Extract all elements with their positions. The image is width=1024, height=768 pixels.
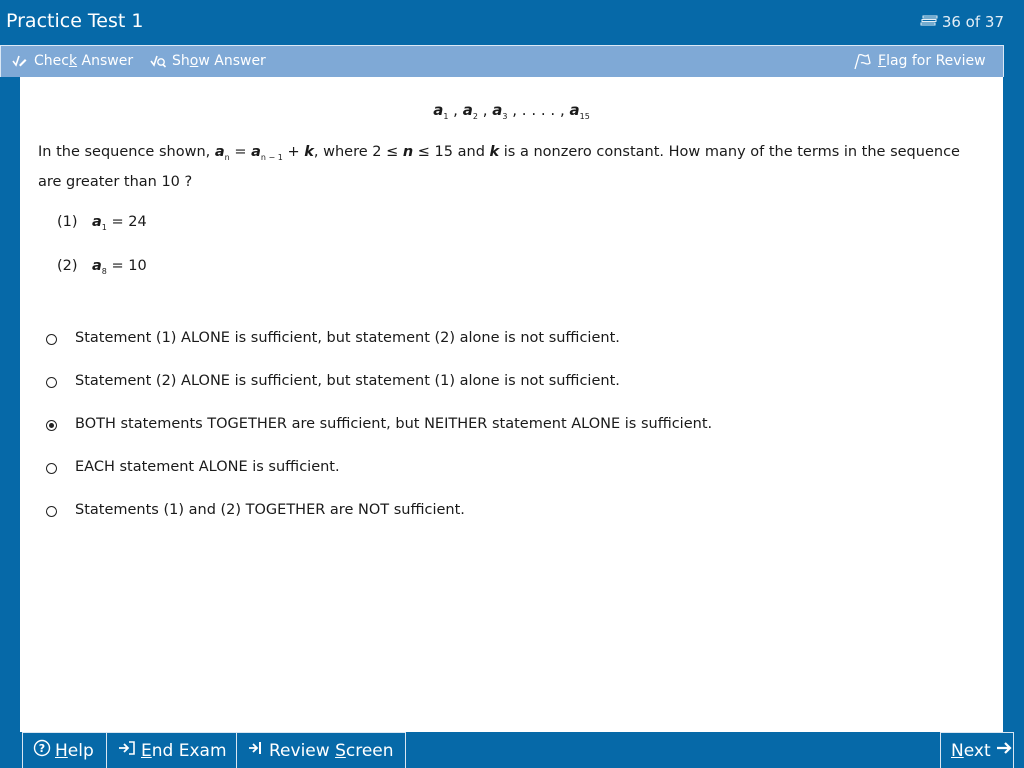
exit-icon — [117, 739, 137, 762]
radio-button[interactable] — [46, 419, 57, 431]
radio-button[interactable] — [46, 376, 57, 388]
show-answer-button[interactable]: Show Answer — [149, 52, 266, 70]
end-exam-button[interactable]: End Exam — [106, 732, 236, 768]
answer-choice-5[interactable]: Statements (1) and (2) TOGETHER are NOT … — [46, 502, 465, 518]
answer-choice-label: EACH statement ALONE is sufficient. — [75, 459, 340, 475]
stack-icon — [920, 13, 938, 31]
question-stem: In the sequence shown, an = an − 1 + k, … — [38, 144, 960, 190]
answer-choice-label: Statement (2) ALONE is sufficient, but s… — [75, 373, 620, 389]
answer-choice-label: BOTH statements TOGETHER are sufficient,… — [75, 416, 713, 432]
flag-icon — [853, 52, 873, 70]
next-button[interactable]: Next — [940, 732, 1014, 768]
footer-bar: ? Help End Exam Review Screen Next — [0, 732, 1024, 768]
sequence-display: a1 , a2 , a3 , . . . . , a15 — [433, 101, 590, 121]
counter-text: 36 of 37 — [941, 13, 1004, 31]
window-title: Practice Test 1 — [6, 10, 144, 32]
radio-button[interactable] — [46, 462, 57, 474]
statement-2: (2) a8 = 10 — [57, 258, 147, 276]
review-screen-button[interactable]: Review Screen — [236, 732, 406, 768]
answer-choice-3[interactable]: BOTH statements TOGETHER are sufficient,… — [46, 416, 712, 432]
show-answer-icon — [149, 52, 167, 70]
review-arrow-icon — [247, 739, 265, 762]
check-answer-icon — [11, 52, 29, 70]
answer-choice-1[interactable]: Statement (1) ALONE is sufficient, but s… — [46, 330, 620, 346]
title-bar: Practice Test 1 36 of 37 — [0, 0, 1024, 45]
toolbar: Check Answer Show Answer Flag for Review — [0, 45, 1004, 77]
help-icon: ? — [33, 739, 51, 762]
question-counter: 36 of 37 — [920, 13, 1004, 31]
statement-1: (1) a1 = 24 — [57, 214, 147, 232]
arrow-right-icon — [995, 739, 1013, 762]
answer-choice-label: Statements (1) and (2) TOGETHER are NOT … — [75, 502, 465, 518]
flag-for-review-button[interactable]: Flag for Review — [853, 52, 986, 70]
answer-choice-label: Statement (1) ALONE is sufficient, but s… — [75, 330, 620, 346]
svg-text:?: ? — [39, 742, 45, 755]
answer-choice-2[interactable]: Statement (2) ALONE is sufficient, but s… — [46, 373, 620, 389]
question-panel: a1 , a2 , a3 , . . . . , a15 In the sequ… — [20, 77, 1003, 732]
check-answer-button[interactable]: Check Answer — [11, 52, 133, 70]
radio-button[interactable] — [46, 333, 57, 345]
answer-choice-4[interactable]: EACH statement ALONE is sufficient. — [46, 459, 340, 475]
help-button[interactable]: ? Help — [22, 732, 106, 768]
radio-button[interactable] — [46, 505, 57, 517]
